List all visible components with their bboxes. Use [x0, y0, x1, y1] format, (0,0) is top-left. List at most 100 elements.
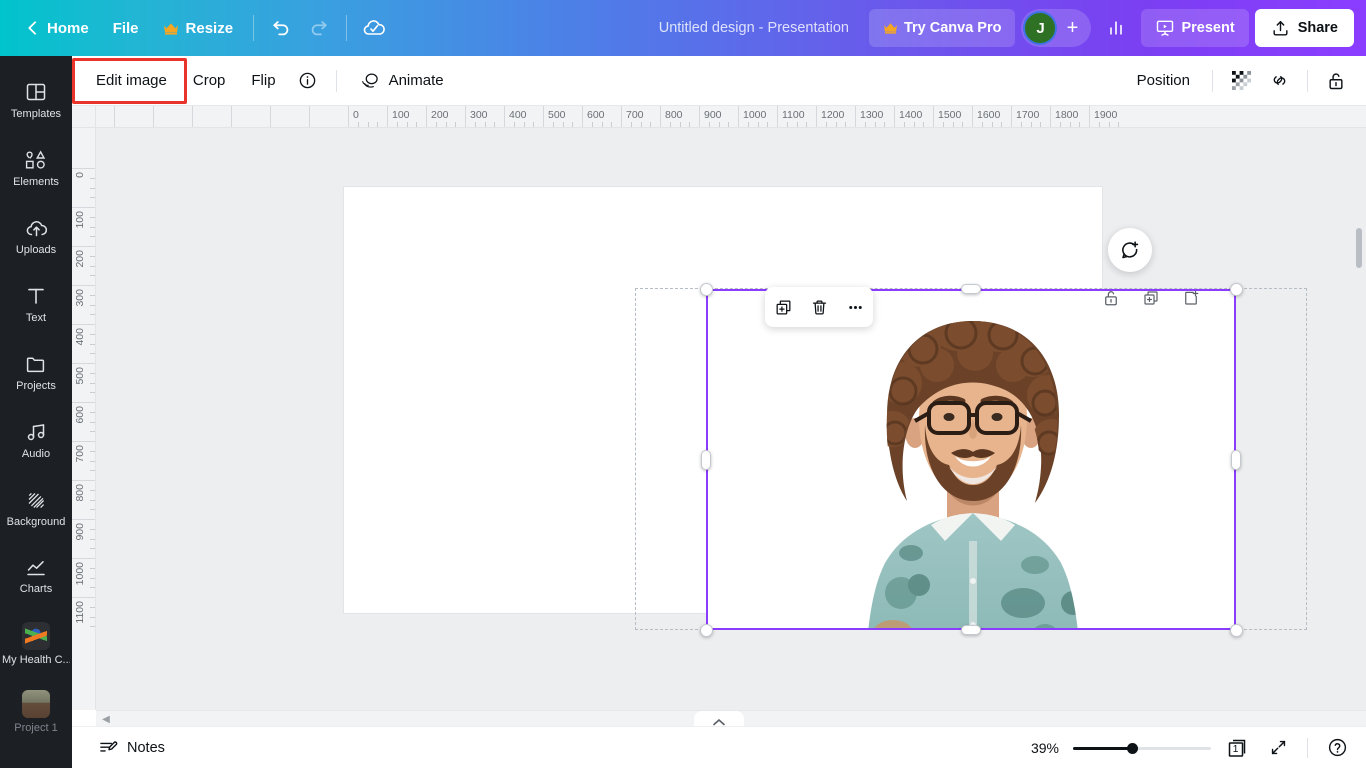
fullscreen-button[interactable] [1263, 733, 1293, 763]
collapse-panel-toggle[interactable] [694, 711, 744, 727]
ruler-minor-tick-v [90, 461, 95, 462]
ruler-label-v: 200 [74, 250, 86, 268]
cloud-save-status-button[interactable] [355, 9, 393, 47]
sidebar-item-projects[interactable]: Projects [0, 338, 72, 406]
ruler-tick [153, 106, 154, 128]
canvas-workspace[interactable]: + Add page [96, 128, 1366, 710]
resize-handle-top-left[interactable] [700, 283, 713, 296]
folder-icon [24, 352, 48, 376]
transparency-button[interactable] [1223, 64, 1259, 98]
horizontal-ruler[interactable]: 0100200300400500600700800900100011001200… [96, 106, 1366, 128]
duplicate-page-button[interactable] [1136, 283, 1166, 313]
ruler-tick [1089, 106, 1090, 128]
sidebar-item-audio[interactable]: Audio [0, 406, 72, 474]
sidebar-item-text[interactable]: Text [0, 270, 72, 338]
top-bar: Home File Resize [0, 0, 1366, 56]
position-button[interactable]: Position [1125, 64, 1202, 98]
vertical-ruler[interactable]: 010020030040050060070080090010001100 [72, 106, 96, 710]
resize-handle-middle-right[interactable] [1231, 450, 1241, 470]
crop-button[interactable]: Crop [181, 64, 238, 98]
element-options-left: Edit image Crop Flip [72, 64, 456, 98]
cloud-check-icon [362, 16, 386, 40]
flip-label: Flip [251, 72, 275, 89]
bar-chart-icon [1106, 18, 1126, 38]
ruler-label-v: 1100 [74, 601, 86, 624]
ruler-minor-tick [914, 122, 915, 127]
share-button[interactable]: Share [1255, 9, 1354, 47]
zoom-slider[interactable] [1073, 740, 1211, 756]
delete-element-button[interactable] [804, 292, 834, 322]
photo-content [708, 291, 1236, 630]
redo-button[interactable] [300, 9, 338, 47]
sidebar-item-elements[interactable]: Elements [0, 134, 72, 202]
resize-handle-bottom-center[interactable] [961, 625, 981, 635]
link-button[interactable] [1261, 64, 1297, 98]
notes-button[interactable]: Notes [86, 732, 177, 764]
ruler-minor-tick [1001, 122, 1002, 127]
lock-button[interactable] [1318, 64, 1354, 98]
ruler-minor-tick [524, 122, 525, 127]
sidebar-item-project-1[interactable]: Project 1 [0, 678, 72, 746]
resize-handle-bottom-right[interactable] [1230, 624, 1243, 637]
toolbar-divider [253, 15, 254, 41]
sidebar-label-charts: Charts [20, 583, 52, 595]
ruler-label: 200 [431, 109, 449, 121]
sidebar-item-templates[interactable]: Templates [0, 66, 72, 134]
image-info-button[interactable] [290, 64, 326, 98]
collaborators-group[interactable]: J + [1021, 9, 1091, 47]
home-button[interactable]: Home [14, 11, 101, 45]
vertical-scrollbar-thumb[interactable] [1356, 228, 1362, 268]
avatar[interactable]: J [1023, 11, 1057, 45]
try-canva-pro-button[interactable]: Try Canva Pro [869, 9, 1016, 47]
resize-handle-top-right[interactable] [1230, 283, 1243, 296]
ruler-label: 800 [665, 109, 683, 121]
selected-image-element[interactable] [706, 289, 1236, 630]
notes-pencil-icon [98, 738, 118, 758]
resize-handle-top-center[interactable] [961, 284, 981, 294]
help-button[interactable] [1322, 733, 1352, 763]
sidebar-item-my-health-c[interactable]: My Health C... [0, 610, 72, 678]
undo-button[interactable] [262, 9, 300, 47]
ruler-minor-tick [787, 122, 788, 127]
sidebar-item-background[interactable]: Background [0, 474, 72, 542]
file-menu-button[interactable]: File [101, 11, 151, 45]
sidebar-item-uploads[interactable]: Uploads [0, 202, 72, 270]
ruler-minor-tick [962, 122, 963, 127]
animate-button[interactable]: Animate [347, 64, 456, 98]
add-collaborator-button[interactable]: + [1057, 11, 1087, 45]
vertical-scrollbar[interactable] [1352, 128, 1366, 710]
resize-handle-bottom-left[interactable] [700, 624, 713, 637]
scroll-left-arrow-icon[interactable]: ◀ [100, 713, 112, 725]
edit-image-button[interactable]: Edit image [84, 64, 179, 98]
ruler-label: 1400 [899, 109, 922, 121]
toolbar-divider-2 [346, 15, 347, 41]
ruler-label-v: 900 [74, 523, 86, 541]
ruler-minor-tick-v [90, 626, 95, 627]
sidebar-label-text: Text [26, 312, 46, 324]
chevron-left-icon [26, 21, 40, 35]
design-page[interactable] [344, 187, 1102, 613]
edit-image-label: Edit image [96, 72, 167, 89]
uploads-cloud-icon [24, 216, 49, 240]
add-comment-button[interactable] [1108, 228, 1152, 272]
lock-page-button[interactable] [1096, 283, 1126, 313]
ruler-minor-tick [611, 122, 612, 127]
present-button[interactable]: Present [1141, 9, 1248, 47]
zoom-slider-knob[interactable] [1127, 743, 1138, 754]
page-manager-button[interactable]: 1 [1225, 736, 1249, 760]
add-page-icon-button[interactable] [1176, 283, 1206, 313]
sidebar-item-charts[interactable]: Charts [0, 542, 72, 610]
ruler-minor-tick-v [90, 539, 95, 540]
document-title-input[interactable]: Untitled design - Presentation [649, 14, 859, 42]
more-options-button[interactable] [840, 292, 870, 322]
ruler-tick [972, 106, 973, 128]
insights-button[interactable] [1097, 9, 1135, 47]
duplicate-element-button[interactable] [768, 292, 798, 322]
resize-button[interactable]: Resize [151, 11, 246, 45]
top-bar-left-group: Home File Resize [0, 0, 393, 56]
flip-button[interactable]: Flip [239, 64, 287, 98]
resize-handle-middle-left[interactable] [701, 450, 711, 470]
ruler-minor-tick-v [90, 490, 95, 491]
ruler-minor-tick [1060, 122, 1061, 127]
help-circle-icon [1327, 737, 1348, 758]
